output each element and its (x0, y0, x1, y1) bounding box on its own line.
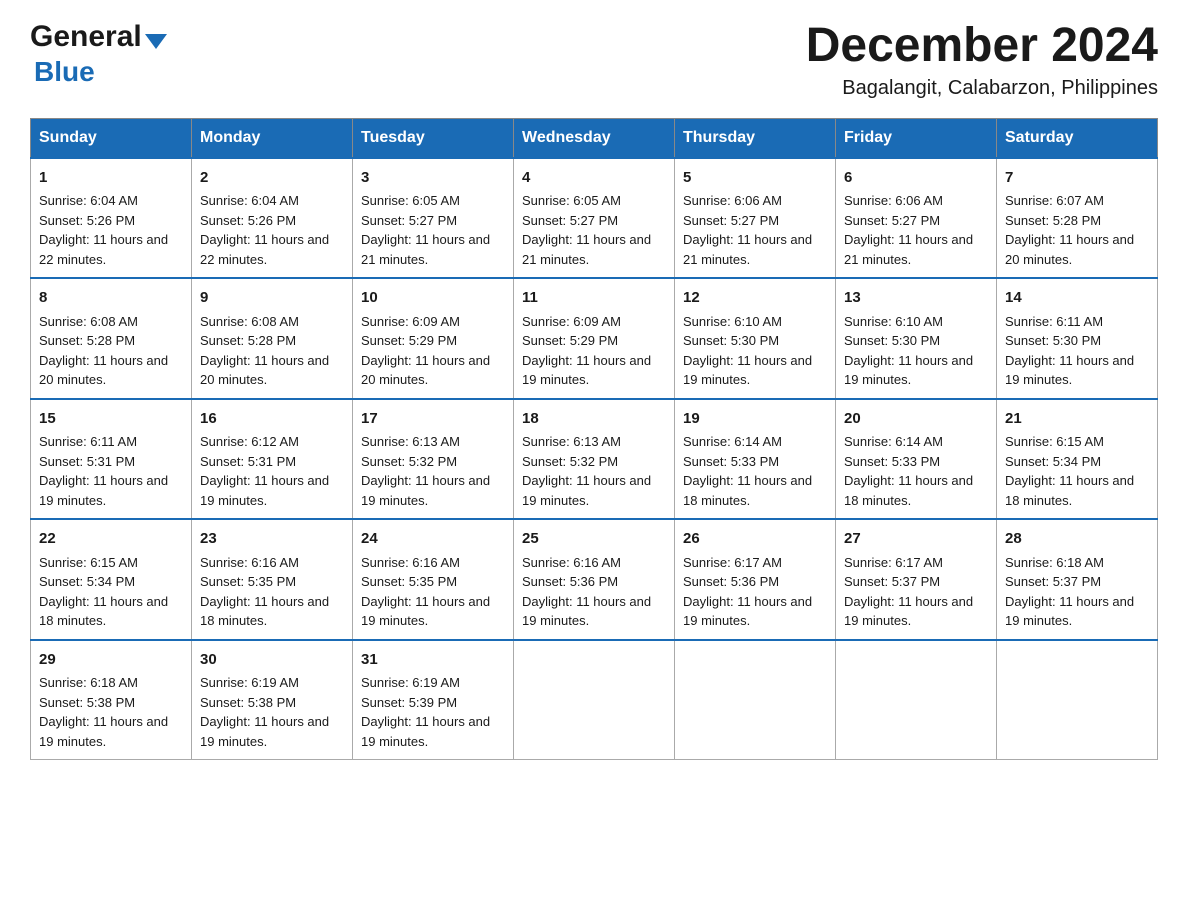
calendar-cell: 1Sunrise: 6:04 AMSunset: 5:26 PMDaylight… (31, 158, 192, 279)
calendar-cell: 16Sunrise: 6:12 AMSunset: 5:31 PMDayligh… (192, 399, 353, 520)
day-number: 4 (522, 167, 666, 190)
calendar-cell (836, 640, 997, 760)
day-number: 5 (683, 167, 827, 190)
calendar-cell: 24Sunrise: 6:16 AMSunset: 5:35 PMDayligh… (353, 519, 514, 640)
day-number: 21 (1005, 408, 1149, 431)
day-number: 13 (844, 287, 988, 310)
calendar-header-friday: Friday (836, 118, 997, 158)
day-number: 6 (844, 167, 988, 190)
calendar-cell (514, 640, 675, 760)
calendar-cell: 11Sunrise: 6:09 AMSunset: 5:29 PMDayligh… (514, 278, 675, 399)
day-number: 23 (200, 528, 344, 551)
calendar-cell: 6Sunrise: 6:06 AMSunset: 5:27 PMDaylight… (836, 158, 997, 279)
calendar-cell: 14Sunrise: 6:11 AMSunset: 5:30 PMDayligh… (997, 278, 1158, 399)
day-number: 17 (361, 408, 505, 431)
location-subtitle: Bagalangit, Calabarzon, Philippines (806, 77, 1158, 100)
calendar-header-tuesday: Tuesday (353, 118, 514, 158)
page-header: General Blue December 2024 Bagalangit, C… (30, 20, 1158, 100)
day-number: 1 (39, 167, 183, 190)
calendar-header-saturday: Saturday (997, 118, 1158, 158)
calendar-cell: 17Sunrise: 6:13 AMSunset: 5:32 PMDayligh… (353, 399, 514, 520)
calendar-cell: 27Sunrise: 6:17 AMSunset: 5:37 PMDayligh… (836, 519, 997, 640)
day-number: 16 (200, 408, 344, 431)
calendar-cell: 13Sunrise: 6:10 AMSunset: 5:30 PMDayligh… (836, 278, 997, 399)
calendar-cell: 28Sunrise: 6:18 AMSunset: 5:37 PMDayligh… (997, 519, 1158, 640)
day-number: 26 (683, 528, 827, 551)
day-number: 10 (361, 287, 505, 310)
day-number: 7 (1005, 167, 1149, 190)
calendar-cell: 4Sunrise: 6:05 AMSunset: 5:27 PMDaylight… (514, 158, 675, 279)
calendar-cell (675, 640, 836, 760)
calendar-cell: 8Sunrise: 6:08 AMSunset: 5:28 PMDaylight… (31, 278, 192, 399)
day-number: 15 (39, 408, 183, 431)
calendar-cell: 25Sunrise: 6:16 AMSunset: 5:36 PMDayligh… (514, 519, 675, 640)
calendar-cell: 31Sunrise: 6:19 AMSunset: 5:39 PMDayligh… (353, 640, 514, 760)
day-number: 27 (844, 528, 988, 551)
calendar-cell: 2Sunrise: 6:04 AMSunset: 5:26 PMDaylight… (192, 158, 353, 279)
logo-general-text: General (30, 20, 142, 54)
day-number: 8 (39, 287, 183, 310)
calendar-header-wednesday: Wednesday (514, 118, 675, 158)
calendar-header-thursday: Thursday (675, 118, 836, 158)
day-number: 28 (1005, 528, 1149, 551)
logo-blue-text: Blue (34, 56, 95, 87)
day-number: 14 (1005, 287, 1149, 310)
calendar-cell: 18Sunrise: 6:13 AMSunset: 5:32 PMDayligh… (514, 399, 675, 520)
day-number: 20 (844, 408, 988, 431)
calendar-cell: 21Sunrise: 6:15 AMSunset: 5:34 PMDayligh… (997, 399, 1158, 520)
day-number: 18 (522, 408, 666, 431)
calendar-header-sunday: Sunday (31, 118, 192, 158)
calendar-cell: 22Sunrise: 6:15 AMSunset: 5:34 PMDayligh… (31, 519, 192, 640)
logo-triangle-icon (145, 34, 167, 49)
day-number: 25 (522, 528, 666, 551)
calendar-cell: 12Sunrise: 6:10 AMSunset: 5:30 PMDayligh… (675, 278, 836, 399)
day-number: 12 (683, 287, 827, 310)
day-number: 29 (39, 649, 183, 672)
day-number: 3 (361, 167, 505, 190)
calendar-cell: 10Sunrise: 6:09 AMSunset: 5:29 PMDayligh… (353, 278, 514, 399)
day-number: 31 (361, 649, 505, 672)
calendar-table: SundayMondayTuesdayWednesdayThursdayFrid… (30, 118, 1158, 761)
month-year-title: December 2024 (806, 20, 1158, 73)
title-section: December 2024 Bagalangit, Calabarzon, Ph… (806, 20, 1158, 100)
calendar-cell: 9Sunrise: 6:08 AMSunset: 5:28 PMDaylight… (192, 278, 353, 399)
calendar-cell: 7Sunrise: 6:07 AMSunset: 5:28 PMDaylight… (997, 158, 1158, 279)
logo: General Blue (30, 20, 167, 88)
day-number: 22 (39, 528, 183, 551)
calendar-cell: 19Sunrise: 6:14 AMSunset: 5:33 PMDayligh… (675, 399, 836, 520)
calendar-cell: 26Sunrise: 6:17 AMSunset: 5:36 PMDayligh… (675, 519, 836, 640)
calendar-cell: 29Sunrise: 6:18 AMSunset: 5:38 PMDayligh… (31, 640, 192, 760)
calendar-cell: 15Sunrise: 6:11 AMSunset: 5:31 PMDayligh… (31, 399, 192, 520)
calendar-cell: 23Sunrise: 6:16 AMSunset: 5:35 PMDayligh… (192, 519, 353, 640)
calendar-cell: 3Sunrise: 6:05 AMSunset: 5:27 PMDaylight… (353, 158, 514, 279)
calendar-cell (997, 640, 1158, 760)
day-number: 30 (200, 649, 344, 672)
day-number: 24 (361, 528, 505, 551)
day-number: 2 (200, 167, 344, 190)
calendar-cell: 5Sunrise: 6:06 AMSunset: 5:27 PMDaylight… (675, 158, 836, 279)
calendar-cell: 20Sunrise: 6:14 AMSunset: 5:33 PMDayligh… (836, 399, 997, 520)
day-number: 19 (683, 408, 827, 431)
calendar-cell: 30Sunrise: 6:19 AMSunset: 5:38 PMDayligh… (192, 640, 353, 760)
calendar-header-monday: Monday (192, 118, 353, 158)
day-number: 9 (200, 287, 344, 310)
day-number: 11 (522, 287, 666, 310)
